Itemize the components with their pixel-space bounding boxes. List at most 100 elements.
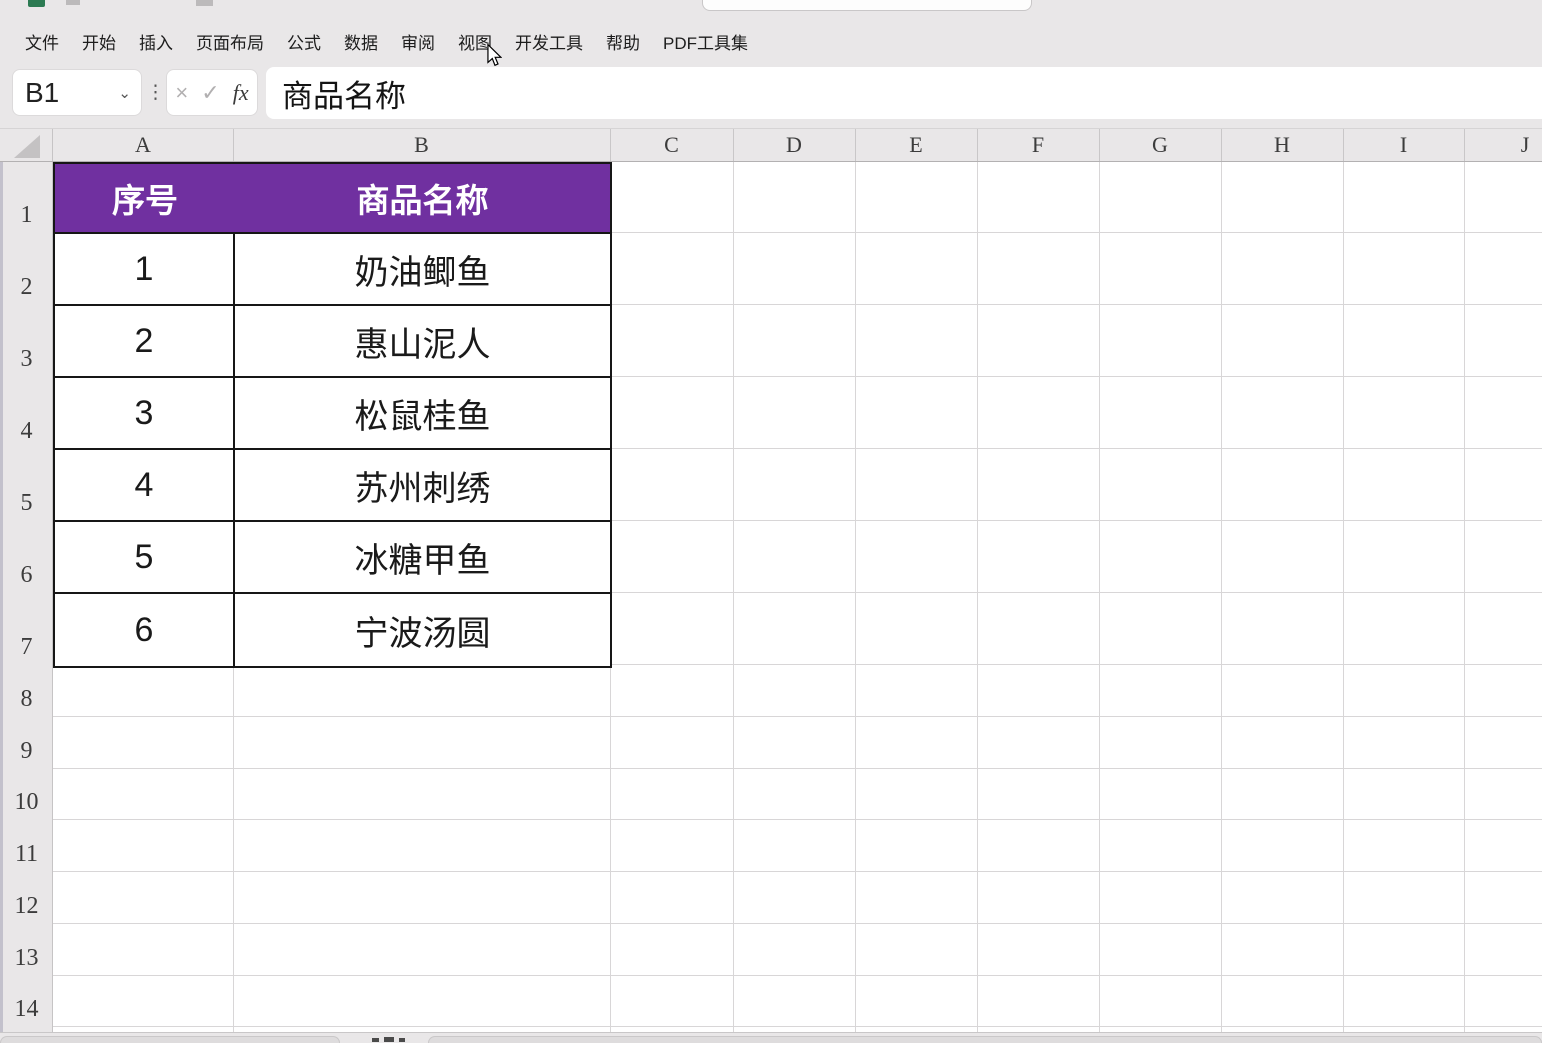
column-separator bbox=[233, 129, 234, 161]
table-row: 5冰糖甲鱼 bbox=[55, 522, 610, 594]
column-separator bbox=[610, 129, 611, 161]
confirm-icon[interactable]: ✓ bbox=[201, 82, 219, 104]
name-box-value: B1 bbox=[25, 77, 59, 109]
gridline-vertical bbox=[1099, 162, 1100, 1032]
ribbon-menubar: 文件 开始 插入 页面布局 公式 数据 审阅 视图 开发工具 帮助 PDF工具集 bbox=[0, 25, 1542, 58]
column-header-H[interactable]: H bbox=[1221, 129, 1343, 161]
table-row: 3松鼠桂鱼 bbox=[55, 378, 610, 450]
select-all-corner[interactable] bbox=[0, 129, 53, 161]
window-left-edge bbox=[0, 162, 3, 1032]
column-header-I[interactable]: I bbox=[1343, 129, 1464, 161]
row-header-2[interactable]: 2 bbox=[0, 268, 53, 305]
row-header-8[interactable]: 8 bbox=[0, 680, 53, 717]
menu-pdf-toolkit[interactable]: PDF工具集 bbox=[663, 29, 748, 54]
cell-B2[interactable]: 奶油鲫鱼 bbox=[235, 234, 610, 304]
column-separator bbox=[1464, 129, 1465, 161]
column-separator bbox=[1221, 129, 1222, 161]
quick-access-icon bbox=[196, 0, 213, 6]
menu-view[interactable]: 视图 bbox=[458, 29, 492, 54]
row-header-6[interactable]: 6 bbox=[0, 556, 53, 593]
menu-help[interactable]: 帮助 bbox=[606, 29, 640, 54]
gridline-horizontal bbox=[0, 1026, 1542, 1027]
cancel-icon[interactable]: × bbox=[175, 82, 188, 104]
column-separator bbox=[855, 129, 856, 161]
chevron-down-icon[interactable]: ⌄ bbox=[118, 84, 131, 102]
menu-home[interactable]: 开始 bbox=[82, 29, 116, 54]
column-header-G[interactable]: G bbox=[1099, 129, 1221, 161]
gridline-horizontal bbox=[0, 716, 1542, 717]
row-header-strip: 1234567891011121314 bbox=[0, 162, 53, 1032]
row-header-3[interactable]: 3 bbox=[0, 340, 53, 377]
row-header-13[interactable]: 13 bbox=[0, 939, 53, 976]
column-header-E[interactable]: E bbox=[855, 129, 977, 161]
formula-row: B1 ⌄ ⋮ × ✓ fx 商品名称 bbox=[0, 58, 1542, 128]
menu-formulas[interactable]: 公式 bbox=[287, 29, 321, 54]
column-header-B[interactable]: B bbox=[233, 129, 610, 161]
column-header-A[interactable]: A bbox=[53, 129, 233, 161]
cell-A5[interactable]: 4 bbox=[55, 450, 235, 520]
row-header-10[interactable]: 10 bbox=[0, 783, 53, 820]
table-row: 1奶油鲫鱼 bbox=[55, 234, 610, 306]
cell-A2[interactable]: 1 bbox=[55, 234, 235, 304]
tab-strip-right[interactable] bbox=[428, 1036, 1542, 1043]
menu-data[interactable]: 数据 bbox=[344, 29, 378, 54]
column-header-C[interactable]: C bbox=[610, 129, 733, 161]
menu-developer[interactable]: 开发工具 bbox=[515, 29, 583, 54]
select-all-triangle-icon bbox=[0, 129, 53, 161]
menu-page-layout[interactable]: 页面布局 bbox=[196, 29, 264, 54]
gridline-vertical bbox=[977, 162, 978, 1032]
tab-strip-left[interactable] bbox=[0, 1036, 340, 1043]
cell-A4[interactable]: 3 bbox=[55, 378, 235, 448]
cell-A6[interactable]: 5 bbox=[55, 522, 235, 592]
app-logo-icon bbox=[28, 0, 45, 7]
spreadsheet-app: 文件 开始 插入 页面布局 公式 数据 审阅 视图 开发工具 帮助 PDF工具集… bbox=[0, 0, 1542, 1043]
formula-bar[interactable]: 商品名称 bbox=[266, 67, 1542, 119]
row-header-9[interactable]: 9 bbox=[0, 732, 53, 769]
gridline-vertical bbox=[733, 162, 734, 1032]
gridline-vertical bbox=[1464, 162, 1465, 1032]
gridline-horizontal bbox=[0, 768, 1542, 769]
gridline-vertical bbox=[855, 162, 856, 1032]
quick-access-icon bbox=[66, 0, 80, 5]
sheet-grid[interactable]: 1234567891011121314 序号 商品名称 1奶油鲫鱼2惠山泥人3松… bbox=[0, 162, 1542, 1032]
row-header-12[interactable]: 12 bbox=[0, 887, 53, 924]
titlebar-strip bbox=[0, 0, 1542, 25]
table-row: 4苏州刺绣 bbox=[55, 450, 610, 522]
name-box[interactable]: B1 ⌄ bbox=[12, 69, 142, 116]
menu-insert[interactable]: 插入 bbox=[139, 29, 173, 54]
cell-B7[interactable]: 宁波汤圆 bbox=[235, 594, 610, 666]
row-header-1[interactable]: 1 bbox=[0, 196, 53, 233]
gridline-horizontal bbox=[0, 871, 1542, 872]
cell-B5[interactable]: 苏州刺绣 bbox=[235, 450, 610, 520]
column-separator bbox=[1099, 129, 1100, 161]
column-header-J[interactable]: J bbox=[1464, 129, 1542, 161]
menu-review[interactable]: 审阅 bbox=[401, 29, 435, 54]
column-header-D[interactable]: D bbox=[733, 129, 855, 161]
cell-B4[interactable]: 松鼠桂鱼 bbox=[235, 378, 610, 448]
product-table: 序号 商品名称 1奶油鲫鱼2惠山泥人3松鼠桂鱼4苏州刺绣5冰糖甲鱼6宁波汤圆 bbox=[53, 162, 612, 668]
cell-B6[interactable]: 冰糖甲鱼 bbox=[235, 522, 610, 592]
column-separator bbox=[977, 129, 978, 161]
cell-A7[interactable]: 6 bbox=[55, 594, 235, 666]
header-cell-no[interactable]: 序号 bbox=[55, 164, 235, 232]
cell-B3[interactable]: 惠山泥人 bbox=[235, 306, 610, 376]
table-header-row[interactable]: 序号 商品名称 bbox=[55, 164, 610, 234]
row-header-11[interactable]: 11 bbox=[0, 835, 53, 872]
formula-buttons: × ✓ fx bbox=[166, 69, 258, 116]
formula-bar-value: 商品名称 bbox=[282, 71, 406, 116]
gridline-horizontal bbox=[0, 975, 1542, 976]
insert-function-icon[interactable]: fx bbox=[233, 80, 249, 106]
column-header-F[interactable]: F bbox=[977, 129, 1099, 161]
search-input[interactable] bbox=[702, 0, 1032, 11]
header-cell-name[interactable]: 商品名称 bbox=[235, 164, 610, 232]
gridline-vertical bbox=[1343, 162, 1344, 1032]
row-header-4[interactable]: 4 bbox=[0, 412, 53, 449]
table-row: 6宁波汤圆 bbox=[55, 594, 610, 666]
gridline-horizontal bbox=[0, 819, 1542, 820]
menu-file[interactable]: 文件 bbox=[25, 29, 59, 54]
row-header-7[interactable]: 7 bbox=[0, 628, 53, 665]
row-header-5[interactable]: 5 bbox=[0, 484, 53, 521]
row-header-14[interactable]: 14 bbox=[0, 990, 53, 1027]
gridline-vertical bbox=[1221, 162, 1222, 1032]
cell-A3[interactable]: 2 bbox=[55, 306, 235, 376]
